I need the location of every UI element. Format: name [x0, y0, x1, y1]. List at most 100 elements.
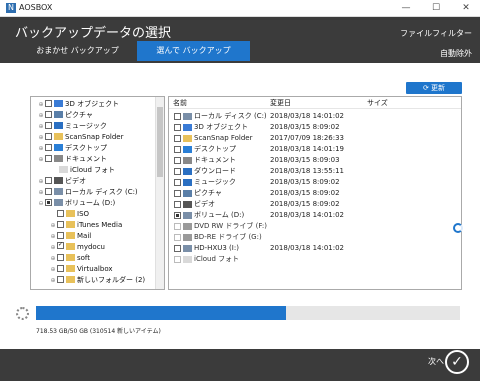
drive-icon	[183, 212, 192, 219]
list-row[interactable]: 3D オブジェクト 2018/03/15 8:09:02	[169, 122, 461, 133]
tree-item-checkbox[interactable]	[45, 155, 52, 162]
expand-icon[interactable]: ⊕	[49, 242, 57, 253]
list-row[interactable]: HD-HXU3 (I:) 2018/03/18 14:01:02	[169, 243, 461, 254]
tree-item-checkbox[interactable]	[45, 100, 52, 107]
tree-item-checkbox[interactable]	[57, 221, 64, 228]
tree-item[interactable]: ⊖ ボリューム (D:)	[37, 198, 115, 209]
tree-item-checkbox[interactable]	[45, 144, 52, 151]
tree-item-checkbox[interactable]	[57, 276, 64, 283]
list-row-checkbox[interactable]	[174, 245, 181, 252]
expand-icon[interactable]: ⊕	[49, 253, 57, 264]
list-row[interactable]: ドキュメント 2018/03/15 8:09:03	[169, 155, 461, 166]
folder-icon	[66, 265, 75, 272]
list-row-checkbox[interactable]	[174, 124, 181, 131]
list-row[interactable]: ローカル ディスク (C:) 2018/03/18 14:01:02	[169, 111, 461, 122]
tree-item[interactable]: ⊕ soft	[49, 253, 90, 264]
tree-item-label: 3D オブジェクト	[65, 100, 120, 108]
auto-exclude-link[interactable]: 自動除外	[440, 48, 472, 59]
tree-item-checkbox[interactable]	[45, 188, 52, 195]
list-row-checkbox[interactable]	[174, 212, 181, 219]
storage-progress-fill	[36, 306, 287, 320]
tree-scrollbar[interactable]	[155, 97, 164, 289]
tree-item[interactable]: ⊕ iTunes Media	[49, 220, 122, 231]
minimize-button[interactable]: —	[400, 2, 412, 14]
list-row[interactable]: ピクチャ 2018/03/15 8:09:02	[169, 188, 461, 199]
list-row-checkbox[interactable]	[174, 168, 181, 175]
expand-icon[interactable]: ⊕	[37, 187, 45, 198]
tree-item-checkbox[interactable]	[57, 254, 64, 261]
tree-item-checkbox[interactable]	[45, 122, 52, 129]
list-row[interactable]: iCloud フォト	[169, 254, 461, 265]
tree-item[interactable]: ⊕ デスクトップ	[37, 143, 107, 154]
list-row-checkbox[interactable]	[174, 157, 181, 164]
folder-icon	[183, 135, 192, 142]
list-row[interactable]: ミュージック 2018/03/15 8:09:02	[169, 177, 461, 188]
tab-select-backup[interactable]: 選んで バックアップ	[137, 41, 250, 61]
tree-item[interactable]: ⊕ ドキュメント	[37, 154, 107, 165]
tree-scrollbar-thumb[interactable]	[157, 107, 163, 177]
collapse-icon[interactable]: ⊖	[37, 198, 45, 209]
next-label[interactable]: 次へ	[428, 356, 444, 367]
list-row-checkbox[interactable]	[174, 190, 181, 197]
tree-item[interactable]: ⊕ 新しいフォルダー (2)	[49, 275, 145, 286]
tree-item[interactable]: ⊕ 3D オブジェクト	[37, 99, 119, 110]
list-row[interactable]: ビデオ 2018/03/15 8:09:02	[169, 199, 461, 210]
folder-tree[interactable]: ⊕ 3D オブジェクト ⊕ ピクチャ ⊕ ミュージック ⊕ ScanSnap Folder ⊕ デ…	[30, 96, 165, 290]
refresh-button[interactable]: ⟳ 更新	[406, 82, 462, 94]
list-row[interactable]: ボリューム (D:) 2018/03/18 14:01:02	[169, 210, 461, 221]
tree-item-checkbox[interactable]	[57, 242, 64, 249]
tree-item[interactable]: ⊕ ピクチャ	[37, 110, 93, 121]
tree-item-checkbox[interactable]	[45, 177, 52, 184]
desktop-icon	[183, 146, 192, 153]
tree-item-checkbox[interactable]	[45, 199, 52, 206]
list-row-date: 2018/03/15 8:09:03	[270, 156, 340, 164]
tab-auto-backup[interactable]: おまかせ バックアップ	[20, 41, 135, 61]
column-modified[interactable]: 変更日	[270, 97, 291, 109]
tree-item-checkbox[interactable]	[57, 210, 64, 217]
list-row[interactable]: ダウンロード 2018/03/18 13:55:11	[169, 166, 461, 177]
expand-icon[interactable]: ⊕	[37, 110, 45, 121]
tree-item-checkbox[interactable]	[45, 111, 52, 118]
tree-item-checkbox[interactable]	[45, 133, 52, 140]
file-filter-link[interactable]: ファイルフィルター	[400, 28, 472, 39]
tree-item[interactable]: ISO	[49, 209, 89, 220]
list-row-checkbox[interactable]	[174, 201, 181, 208]
tree-item-checkbox[interactable]	[57, 232, 64, 239]
list-row-checkbox[interactable]	[174, 113, 181, 120]
expand-icon[interactable]: ⊕	[37, 176, 45, 187]
expand-icon[interactable]: ⊕	[49, 220, 57, 231]
music-icon	[183, 179, 192, 186]
tree-item-label: ボリューム (D:)	[65, 199, 116, 207]
expand-icon[interactable]: ⊕	[37, 143, 45, 154]
tree-item[interactable]: ⊕ Mail	[49, 231, 91, 242]
list-row-checkbox[interactable]	[174, 146, 181, 153]
column-name[interactable]: 名前	[173, 97, 187, 109]
tree-item[interactable]: ⊕ Virtualbox	[49, 264, 113, 275]
tree-item[interactable]: iCloud フォト	[51, 165, 115, 176]
expand-icon[interactable]: ⊕	[49, 231, 57, 242]
next-check-icon[interactable]: ✓	[445, 350, 469, 374]
tree-item[interactable]: ⊕ ScanSnap Folder	[37, 132, 124, 143]
loading-spinner-icon	[453, 223, 463, 233]
tree-item[interactable]: ⊕ ビデオ	[37, 176, 86, 187]
tree-item[interactable]: ⊕ mydocu	[49, 242, 105, 253]
expand-icon[interactable]: ⊕	[37, 132, 45, 143]
file-list[interactable]: 名前 変更日 サイズ ローカル ディスク (C:) 2018/03/18 14:0…	[168, 96, 462, 290]
list-row[interactable]: デスクトップ 2018/03/18 14:01:19	[169, 144, 461, 155]
list-row-checkbox[interactable]	[174, 179, 181, 186]
tree-item-checkbox[interactable]	[57, 265, 64, 272]
expand-icon[interactable]: ⊕	[37, 154, 45, 165]
expand-icon[interactable]: ⊕	[37, 99, 45, 110]
list-row-checkbox[interactable]	[174, 135, 181, 142]
expand-icon[interactable]: ⊕	[49, 275, 57, 286]
tree-item[interactable]: ⊕ ミュージック	[37, 121, 107, 132]
list-row[interactable]: DVD RW ドライブ (F:)	[169, 221, 461, 232]
list-row[interactable]: ScanSnap Folder 2017/07/09 18:26:33	[169, 133, 461, 144]
maximize-button[interactable]: ☐	[430, 2, 442, 14]
column-size[interactable]: サイズ	[367, 97, 388, 109]
expand-icon[interactable]: ⊕	[37, 121, 45, 132]
tree-item[interactable]: ⊕ ローカル ディスク (C:)	[37, 187, 138, 198]
expand-icon[interactable]: ⊕	[49, 264, 57, 275]
list-row[interactable]: BD-RE ドライブ (G:)	[169, 232, 461, 243]
close-button[interactable]: ✕	[460, 2, 472, 14]
